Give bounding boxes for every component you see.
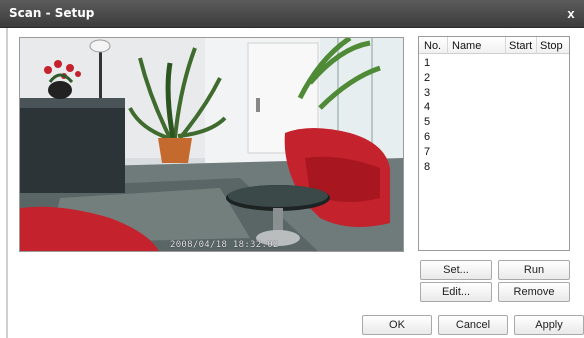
row-number: 6 bbox=[424, 130, 431, 143]
scan-list-row[interactable]: 8 bbox=[419, 161, 569, 176]
scan-list-row[interactable]: 5 bbox=[419, 116, 569, 131]
column-header-name[interactable]: Name bbox=[452, 40, 481, 52]
scan-list[interactable]: No. Name Start Stop 1 2 3 4 5 6 7 8 bbox=[418, 36, 570, 251]
scan-list-row[interactable]: 4 bbox=[419, 101, 569, 116]
column-header-start[interactable]: Start bbox=[509, 40, 532, 52]
cancel-button[interactable]: Cancel bbox=[438, 315, 508, 335]
camera-preview-image bbox=[20, 38, 403, 251]
column-divider bbox=[505, 37, 506, 54]
column-divider bbox=[536, 37, 537, 54]
scan-list-row[interactable]: 6 bbox=[419, 131, 569, 146]
scan-list-row[interactable]: 3 bbox=[419, 87, 569, 102]
row-number: 5 bbox=[424, 116, 431, 129]
column-divider bbox=[447, 37, 448, 54]
scan-list-header: No. Name Start Stop bbox=[419, 37, 569, 54]
apply-button[interactable]: Apply bbox=[514, 315, 584, 335]
dialog-left-border bbox=[6, 28, 8, 338]
camera-preview: 2008/04/18 18:32:02 bbox=[19, 37, 404, 252]
ok-button[interactable]: OK bbox=[362, 315, 432, 335]
close-icon[interactable]: x bbox=[564, 7, 578, 21]
scan-list-row[interactable]: 1 bbox=[419, 57, 569, 72]
title-bar: Scan - Setup x bbox=[0, 0, 584, 28]
set-button[interactable]: Set... bbox=[420, 260, 492, 280]
column-header-stop[interactable]: Stop bbox=[540, 40, 563, 52]
window-title: Scan - Setup bbox=[9, 6, 95, 20]
row-number: 4 bbox=[424, 101, 431, 114]
run-button[interactable]: Run bbox=[498, 260, 570, 280]
edit-button[interactable]: Edit... bbox=[420, 282, 492, 302]
column-header-no[interactable]: No. bbox=[424, 40, 441, 52]
scan-list-body: 1 2 3 4 5 6 7 8 bbox=[419, 54, 569, 175]
row-number: 8 bbox=[424, 160, 431, 173]
preview-timestamp: 2008/04/18 18:32:02 bbox=[170, 240, 279, 250]
scan-list-row[interactable]: 2 bbox=[419, 72, 569, 87]
scan-list-row[interactable]: 7 bbox=[419, 146, 569, 161]
row-number: 2 bbox=[424, 71, 431, 84]
row-number: 7 bbox=[424, 145, 431, 158]
row-number: 3 bbox=[424, 86, 431, 99]
row-number: 1 bbox=[424, 57, 431, 69]
remove-button[interactable]: Remove bbox=[498, 282, 570, 302]
